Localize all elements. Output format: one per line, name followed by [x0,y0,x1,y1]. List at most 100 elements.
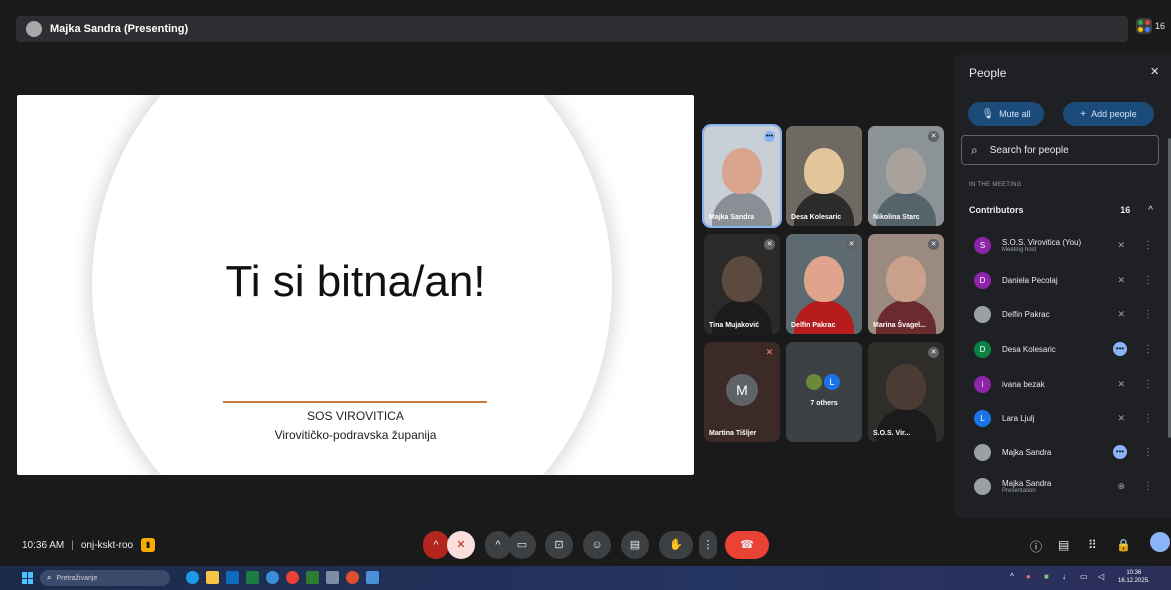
app-icon[interactable] [306,571,319,584]
participant-name: Delfin Pakrac [1002,309,1050,319]
participant-tile[interactable]: ✕ S.O.S. Vir... [868,342,944,442]
mute-all-button[interactable]: 🎙 Mute all [968,102,1044,126]
people-panel: People × 🎙 Mute all + Add people ⌕ IN TH… [954,53,1171,518]
contributors-header[interactable]: Contributors 16 ^ [954,198,1161,222]
app-icon[interactable] [366,571,379,584]
participants-indicator[interactable]: 16 [1136,18,1165,34]
participant-tile[interactable]: ✕ Marina Švagel... [868,234,944,334]
network-icon[interactable]: ▭ [1080,572,1088,581]
participant-tile[interactable]: ✕ Delfin Pakrac [786,234,862,334]
participant-name: Majka Sandra [1002,447,1052,457]
others-tile[interactable]: L 7 others [786,342,862,442]
people-icon[interactable] [1150,532,1170,552]
more-options-icon[interactable]: ⋮ [1143,413,1153,424]
taskbar-search[interactable]: ⌕ Pretraživanje [40,570,170,586]
more-options-icon[interactable]: ⋮ [1143,275,1153,286]
windows-start-icon[interactable] [22,572,34,584]
speaking-icon[interactable]: ••• [1113,342,1127,356]
participant-row[interactable]: Delfin Pakrac ✕ ⋮ [954,299,1161,329]
participant-tile[interactable]: ✕ Nikolina Starc [868,126,944,226]
host-lock-icon[interactable]: 🔒 [1116,538,1131,552]
participant-tile[interactable]: ✕ Tina Mujaković [704,234,780,334]
more-options-icon[interactable]: ⋮ [1143,447,1153,458]
avatar: L [974,409,991,427]
file-explorer-icon[interactable] [206,571,219,584]
participant-role: Meeting host [1002,246,1037,253]
mic-options-button[interactable]: ^ [423,531,449,559]
others-count: 7 others [810,400,838,407]
more-options-button[interactable]: ⋮ [699,531,717,559]
mic-off-icon[interactable]: ✕ [1117,275,1125,286]
search-box[interactable]: ⌕ [961,135,1159,165]
close-icon[interactable]: × [1150,63,1159,80]
more-options-icon[interactable]: ⋮ [1143,379,1153,390]
participant-row[interactable]: L Lara Ljulj ✕ ⋮ [954,403,1161,433]
app-icon[interactable] [346,571,359,584]
participant-row[interactable]: i ivana bezak ✕ ⋮ [954,369,1161,399]
tray-icon[interactable]: ■ [1044,572,1049,581]
participant-row[interactable]: Majka Sandra ••• ⋮ [954,437,1161,467]
taskbar: ⌕ Pretraživanje ^ ● ■ ↓ ▭ ◁ 10:36 16.12.… [0,566,1171,590]
captions-button[interactable]: ▤ [621,531,649,559]
more-options-icon[interactable]: ⋮ [1143,309,1153,320]
mic-off-icon: ✕ [765,347,774,357]
raise-hand-button[interactable]: ✋ [659,531,693,559]
reactions-button[interactable]: ☺ [583,531,611,559]
tray-icon[interactable]: ● [1026,572,1031,581]
chat-icon[interactable]: ▤ [1058,538,1069,552]
participant-row[interactable]: S S.O.S. Virovitica (You) Meeting host ✕ ⋮ [954,230,1161,260]
slide-title: Ti si bitna/an! [225,257,486,306]
more-options-icon[interactable]: ⋮ [1143,344,1153,355]
meeting-info: 10:36 AM | onj-kskt-roo ▮ [22,538,156,552]
panel-title: People [969,66,1007,80]
outlook-icon[interactable] [226,571,239,584]
avatar [806,374,822,390]
grid-icon [1136,18,1152,34]
more-options-icon[interactable]: ⋮ [1143,481,1153,492]
mic-off-icon[interactable]: ✕ [1117,309,1125,320]
volume-icon[interactable]: ◁ [1098,572,1104,581]
activities-icon[interactable]: ⠿ [1088,538,1097,552]
mic-off-icon: ✕ [928,131,939,142]
tray-icon[interactable]: ↓ [1062,572,1066,581]
avatar [974,443,991,461]
clock[interactable]: 10:36 16.12.2025. [1118,569,1150,585]
participant-tile[interactable]: ••• Majka Sandra [702,124,782,228]
excel-icon[interactable] [246,571,259,584]
participant-name: Desa Kolesaric [1002,344,1056,354]
mic-off-icon[interactable]: ✕ [1117,379,1125,390]
participant-tile[interactable]: Desa Kolesaric [786,126,862,226]
avatar [974,477,991,495]
present-button[interactable]: ⊡ [545,531,573,559]
participant-tile[interactable]: M ✕ Martina Tišljer [704,342,780,442]
search-icon: ⌕ [971,142,978,157]
search-input[interactable] [987,143,1132,157]
add-people-button[interactable]: + Add people [1063,102,1154,126]
chrome-icon[interactable] [286,571,299,584]
leave-call-button[interactable]: ☎ [725,531,769,559]
contributors-count: 16 [1120,205,1131,215]
mic-off-icon[interactable]: ⊗ [1117,481,1125,492]
participant-name: Daniela Pecolaj [1002,275,1058,285]
participant-row[interactable]: D Daniela Pecolaj ✕ ⋮ [954,265,1161,295]
tray-chevron-icon[interactable]: ^ [1010,572,1014,581]
host-controls-icon[interactable]: ▮ [141,538,156,552]
avatar: M [726,374,758,406]
photos-icon[interactable] [266,571,279,584]
info-icon[interactable]: ⓘ [1030,538,1042,555]
app-icon[interactable] [326,571,339,584]
presenter-avatar [26,21,42,37]
camera-button[interactable]: ▭ [508,531,536,559]
avatar: D [974,271,991,289]
control-bar: 10:36 AM | onj-kskt-roo ▮ ^ ✕ ^ ▭ ⊡ ☺ ▤ … [0,524,1171,564]
participant-row[interactable]: D Desa Kolesaric ••• ⋮ [954,334,1161,364]
mic-off-icon: ✕ [764,239,775,250]
speaking-icon[interactable]: ••• [1113,445,1127,459]
mic-off-icon[interactable]: ✕ [1117,413,1125,424]
microphone-button[interactable]: ✕ [447,531,475,559]
avatar: L [824,374,840,390]
more-options-icon[interactable]: ⋮ [1143,240,1153,251]
participant-row[interactable]: Majka Sandra Presentation ⊗ ⋮ [954,471,1161,501]
mic-off-icon[interactable]: ✕ [1117,240,1125,251]
edge-icon[interactable] [186,571,199,584]
